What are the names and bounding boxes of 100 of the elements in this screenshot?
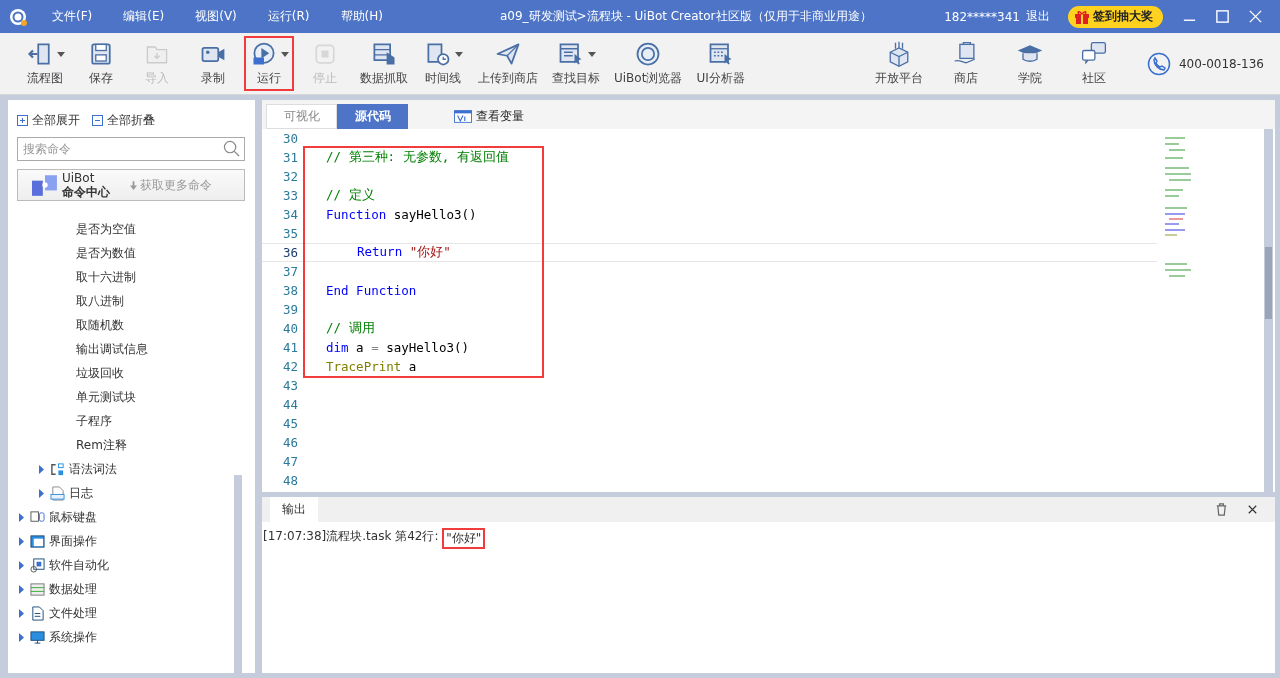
editor-tab[interactable]: 可视化 bbox=[266, 104, 337, 129]
tree-item-label: 界面操作 bbox=[49, 532, 97, 550]
caret-icon bbox=[454, 51, 463, 57]
gift-icon bbox=[1074, 8, 1090, 25]
tree-item[interactable]: 数据处理 bbox=[17, 577, 245, 601]
code-line: TracePrint a bbox=[326, 359, 417, 374]
tree-item[interactable]: 子程序 bbox=[17, 409, 245, 433]
close-icon[interactable] bbox=[1246, 503, 1259, 516]
tree-item[interactable]: Rem注释 bbox=[17, 433, 245, 457]
tree-item[interactable]: 是否为空值 bbox=[17, 217, 245, 241]
highlighted-output-value: "你好" bbox=[442, 528, 486, 549]
search-field[interactable]: 搜索命令 bbox=[17, 137, 245, 161]
tree-item[interactable]: 输出调试信息 bbox=[17, 337, 245, 361]
tree-item[interactable]: 界面操作 bbox=[17, 529, 245, 553]
puzzle-icon bbox=[32, 173, 58, 197]
line-number: 39 bbox=[281, 302, 298, 317]
toolbar-button[interactable]: 查找目标 bbox=[548, 36, 604, 91]
line-number: 45 bbox=[281, 416, 298, 431]
expand-all-button[interactable]: 全部展开 bbox=[17, 112, 80, 129]
caret-icon bbox=[56, 51, 65, 57]
expand-arrow-icon bbox=[39, 464, 44, 474]
toolbar-button[interactable]: 流程图 bbox=[20, 36, 70, 91]
app-logo-icon bbox=[8, 6, 28, 27]
expand-arrow-icon bbox=[19, 560, 24, 570]
line-number: 38 bbox=[281, 283, 298, 298]
tree-item[interactable]: 取八进制 bbox=[17, 289, 245, 313]
tree-item[interactable]: 日志 bbox=[17, 481, 245, 505]
tree-item[interactable]: 系统操作 bbox=[17, 625, 245, 649]
line-number: 46 bbox=[281, 435, 298, 450]
tree-item[interactable]: 垃圾回收 bbox=[17, 361, 245, 385]
tree-item[interactable]: 语法词法 bbox=[17, 457, 245, 481]
collapse-all-button[interactable]: 全部折叠 bbox=[92, 112, 155, 129]
syntax-icon bbox=[50, 461, 65, 477]
search-icon bbox=[223, 140, 240, 157]
line-number: 30 bbox=[281, 131, 298, 146]
tree-item[interactable]: 文件处理 bbox=[17, 601, 245, 625]
plus-box-icon bbox=[17, 115, 28, 126]
line-number: 47 bbox=[281, 454, 298, 469]
line-number: 42 bbox=[281, 359, 298, 374]
command-center-button[interactable]: UiBot 命令中心 获取更多命令 bbox=[17, 169, 245, 201]
toolbar-button[interactable]: 时间线 bbox=[418, 36, 468, 91]
output-tab[interactable]: 输出 bbox=[270, 497, 318, 522]
toolbar-button[interactable]: 保存 bbox=[76, 36, 126, 91]
document-icon bbox=[30, 605, 45, 621]
trash-icon[interactable] bbox=[1215, 503, 1228, 516]
menu-item[interactable]: 视图(V) bbox=[195, 8, 237, 25]
toolbar-button[interactable]: 商店 bbox=[941, 36, 991, 91]
expand-arrow-icon bbox=[19, 536, 24, 546]
expand-all-label: 全部展开 bbox=[32, 112, 80, 129]
tree-item[interactable]: 单元测试块 bbox=[17, 385, 245, 409]
phone-icon bbox=[1147, 51, 1171, 76]
promo-button[interactable]: 签到抽大奖 bbox=[1068, 5, 1163, 28]
view-variables-button[interactable]: 查看变量 bbox=[454, 108, 524, 125]
app-automation-icon bbox=[30, 557, 45, 573]
line-number: 43 bbox=[281, 378, 298, 393]
maximize-icon[interactable] bbox=[1215, 9, 1230, 24]
toolbar-button[interactable]: 运行 bbox=[244, 36, 294, 91]
toolbar-button[interactable]: 数据抓取 bbox=[356, 36, 412, 91]
download-arrow-icon bbox=[130, 180, 137, 190]
line-number: 37 bbox=[281, 264, 298, 279]
line-number: 35 bbox=[281, 226, 298, 241]
tree-item-label: 日志 bbox=[69, 484, 93, 502]
expand-arrow-icon bbox=[19, 608, 24, 618]
tree-item-label: 软件自动化 bbox=[49, 556, 109, 574]
code-line: Return "你好" bbox=[357, 244, 451, 261]
command-center-label: 命令中心 bbox=[62, 185, 110, 199]
tree-item-label: 数据处理 bbox=[49, 580, 97, 598]
menu-item[interactable]: 帮助(H) bbox=[340, 8, 383, 25]
caret-icon bbox=[587, 51, 596, 57]
caret-icon bbox=[280, 51, 289, 57]
toolbar-button[interactable]: 社区 bbox=[1069, 36, 1119, 91]
toolbar-button[interactable]: 录制 bbox=[188, 36, 238, 91]
tree-item[interactable]: 取十六进制 bbox=[17, 265, 245, 289]
line-number: 34 bbox=[281, 207, 298, 222]
line-number: 31 bbox=[281, 150, 298, 165]
menu-item[interactable]: 运行(R) bbox=[267, 8, 310, 25]
user-account: 182*****341 bbox=[944, 9, 1020, 24]
toolbar-button[interactable]: 上传到商店 bbox=[474, 36, 542, 91]
logout-link[interactable]: 退出 bbox=[1026, 8, 1050, 25]
toolbar-button[interactable]: UI分析器 bbox=[692, 36, 749, 91]
expand-arrow-icon bbox=[19, 632, 24, 642]
editor-tab[interactable]: 源代码 bbox=[337, 104, 408, 129]
toolbar-button[interactable]: 开放平台 bbox=[871, 36, 927, 91]
scrollbar-thumb[interactable] bbox=[1265, 247, 1272, 319]
line-number: 41 bbox=[281, 340, 298, 355]
tree-item[interactable]: 鼠标键盘 bbox=[17, 505, 245, 529]
paper-plane-icon bbox=[494, 40, 522, 68]
toolbar-button[interactable]: UiBot浏览器 bbox=[610, 36, 687, 91]
tree-item[interactable]: 是否为数值 bbox=[17, 241, 245, 265]
menu-item[interactable]: 编辑(E) bbox=[123, 8, 165, 25]
window-title: a09_研发测试>流程块 - UiBot Creator社区版（仅用于非商业用途） bbox=[499, 8, 872, 25]
toolbar-button[interactable]: 学院 bbox=[1005, 36, 1055, 91]
window-icon bbox=[30, 533, 45, 549]
line-number: 36 bbox=[281, 245, 298, 260]
output-text: [17:07:38]流程块.task 第42行: bbox=[263, 528, 440, 545]
tree-item[interactable]: 软件自动化 bbox=[17, 553, 245, 577]
menu-item[interactable]: 文件(F) bbox=[52, 8, 93, 25]
line-number: 32 bbox=[281, 169, 298, 184]
collapse-all-label: 全部折叠 bbox=[107, 112, 155, 129]
tree-item[interactable]: 取随机数 bbox=[17, 313, 245, 337]
